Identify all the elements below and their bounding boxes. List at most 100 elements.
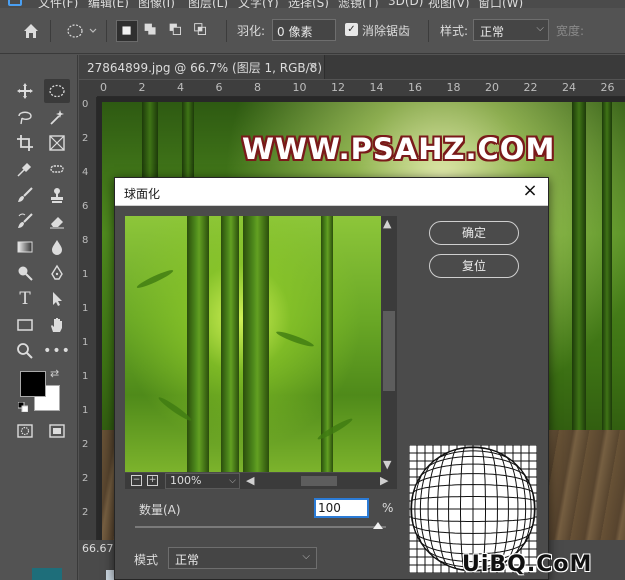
move-tool-icon[interactable] (12, 79, 38, 103)
ruler-tick-label: 6 (82, 201, 89, 212)
dodge-tool-icon[interactable] (12, 261, 38, 285)
close-icon[interactable]: × (520, 181, 540, 201)
ok-button[interactable]: 确定 (429, 221, 519, 245)
hand-tool-icon[interactable] (44, 313, 70, 337)
close-icon[interactable]: × (308, 59, 318, 73)
frame-tool-icon[interactable] (44, 131, 70, 155)
magic-wand-tool-icon[interactable] (44, 105, 70, 129)
feather-input[interactable]: 0 像素 (272, 19, 336, 41)
ruler-tick-label: 1 (82, 269, 89, 280)
leaf (135, 267, 175, 291)
reset-button[interactable]: 复位 (429, 254, 519, 278)
scroll-right-icon[interactable]: ▶ (380, 474, 388, 487)
ruler-tick-label: 18 (446, 81, 461, 94)
healing-brush-tool-icon[interactable] (44, 157, 70, 181)
bamboo-stalk (602, 102, 612, 432)
default-colors-icon[interactable] (17, 401, 29, 413)
style-select[interactable]: 正常 ⌵ (473, 19, 549, 41)
ruler-tick-label: 2 (138, 81, 146, 94)
foreground-color-swatch[interactable] (20, 371, 46, 397)
bamboo-stalk (572, 102, 586, 432)
dialog-titlebar[interactable]: 球面化 × (115, 178, 548, 206)
menu-edit[interactable]: 编辑(E) (88, 0, 129, 8)
scroll-down-icon[interactable]: ▼ (383, 458, 391, 471)
quick-mask-icon[interactable] (12, 419, 38, 443)
style-label: 样式: (440, 24, 469, 38)
ruler-tick-label: 2 (82, 439, 89, 450)
clone-stamp-tool-icon[interactable] (44, 183, 70, 207)
ruler-tick-label: 20 (485, 81, 499, 94)
ruler-tick-label: 1 (82, 371, 89, 382)
preview-zoom-value: 100% (170, 474, 202, 487)
pen-tool-icon[interactable] (44, 261, 70, 285)
scrollbar-thumb[interactable] (383, 311, 395, 391)
zoom-out-icon[interactable]: − (131, 475, 142, 486)
zoom-tool-icon[interactable] (12, 339, 38, 363)
gradient-tool-icon[interactable] (12, 235, 38, 259)
subtract-from-selection-icon[interactable] (166, 20, 188, 42)
scroll-left-icon[interactable]: ◀ (246, 474, 254, 487)
elliptical-marquee-preset-icon[interactable] (66, 22, 100, 40)
ruler-tick-label: 2 (82, 473, 89, 484)
ruler-left: 0 2 4 6 8 1 1 1 1 1 2 2 2 (79, 97, 97, 540)
add-to-selection-icon[interactable] (141, 20, 163, 42)
menu-view[interactable]: 视图(V) (428, 0, 470, 8)
home-icon[interactable] (22, 22, 40, 40)
width-label: 宽度: (556, 24, 585, 38)
brush-tool-icon[interactable] (12, 183, 38, 207)
document-tab[interactable]: 27864899.jpg @ 66.7% (图层 1, RGB/8) * × (79, 55, 332, 79)
menu-window[interactable]: 窗口(W) (478, 0, 523, 8)
eraser-tool-icon[interactable] (44, 209, 70, 233)
chevron-down-icon: ⌵ (536, 23, 544, 34)
preview-zoom-select[interactable]: 100% ⌵ (165, 473, 240, 489)
menu-select[interactable]: 选择(S) (288, 0, 329, 8)
menu-3d[interactable]: 3D(D) (388, 0, 423, 8)
swap-colors-icon[interactable]: ⇄ (50, 367, 59, 380)
mode-select-value: 正常 (175, 553, 200, 567)
filter-preview[interactable] (125, 216, 382, 472)
menu-image[interactable]: 图像(I) (138, 0, 175, 8)
anti-alias-checkbox[interactable]: ✓ (345, 23, 358, 36)
elliptical-marquee-tool-icon[interactable] (44, 79, 70, 103)
more-tools-icon[interactable]: ••• (43, 339, 70, 363)
path-selection-tool-icon[interactable] (44, 287, 70, 311)
scroll-up-icon[interactable]: ▲ (383, 217, 391, 230)
ruler-tick-label: 8 (254, 81, 261, 94)
zoom-in-icon[interactable]: + (147, 475, 158, 486)
menu-layer[interactable]: 图层(L) (188, 0, 228, 8)
crop-tool-icon[interactable] (12, 131, 38, 155)
ruler-tick-label: 1 (82, 337, 89, 348)
chevron-down-icon: ⌵ (229, 476, 236, 486)
ruler-tick-label: 0 (82, 99, 89, 110)
screen-mode-icon[interactable] (44, 419, 70, 443)
photoshop-logo-icon (8, 0, 22, 6)
ruler-corner (79, 80, 97, 97)
menu-filter[interactable]: 滤镜(T) (338, 0, 379, 8)
ruler-tick-label: 10 (292, 81, 307, 94)
feather-label: 羽化: (237, 24, 266, 38)
preview-vertical-scrollbar[interactable]: ▲ ▼ (381, 216, 397, 474)
menu-file[interactable]: 文件(F) (38, 0, 78, 8)
dialog-title: 球面化 (124, 187, 161, 201)
amount-slider-track[interactable] (135, 526, 386, 528)
ruler-tick-label: 16 (408, 81, 422, 94)
new-selection-icon[interactable] (116, 20, 138, 42)
blur-tool-icon[interactable] (44, 235, 70, 259)
ruler-tick-label: 4 (82, 167, 89, 178)
menu-bar: 文件(F) 编辑(E) 图像(I) 图层(L) 文字(Y) 选择(S) 滤镜(T… (0, 0, 625, 8)
horizontal-scrollbar-thumb[interactable] (301, 476, 337, 486)
ruler-tick-label: 1 (82, 405, 89, 416)
bamboo-stalk (221, 216, 239, 472)
leaf (275, 329, 315, 349)
rectangle-tool-icon[interactable] (12, 313, 38, 337)
amount-slider-handle[interactable] (373, 522, 383, 529)
ruler-tick-label: 4 (177, 81, 184, 94)
eyedropper-tool-icon[interactable] (12, 157, 38, 181)
amount-input[interactable]: 100 (314, 498, 369, 518)
intersect-selection-icon[interactable] (191, 20, 213, 42)
type-tool-icon[interactable]: T (12, 287, 38, 311)
history-brush-tool-icon[interactable] (12, 209, 38, 233)
lasso-tool-icon[interactable] (12, 105, 38, 129)
mode-select[interactable]: 正常 ⌵ (168, 547, 317, 569)
menu-type[interactable]: 文字(Y) (238, 0, 279, 8)
